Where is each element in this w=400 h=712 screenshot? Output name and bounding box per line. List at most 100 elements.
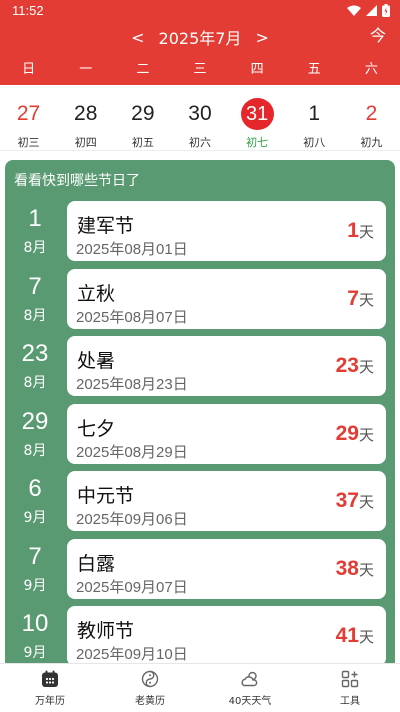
days-remaining-number: 23 <box>335 354 359 377</box>
wifi-icon <box>347 5 361 16</box>
festival-name: 白露 <box>77 552 116 575</box>
prev-month-button[interactable]: < <box>131 28 144 47</box>
days-unit: 天 <box>358 223 374 241</box>
day-cell[interactable]: 29 初五 <box>114 85 171 150</box>
days-remaining: 38天 <box>336 557 374 581</box>
day-cell[interactable]: 1 初八 <box>286 85 343 150</box>
festival-full-date: 2025年08月07日 <box>76 308 188 326</box>
status-bar: 11:52 <box>0 0 400 22</box>
days-remaining: 23天 <box>336 354 374 378</box>
festival-month: 9月 <box>23 510 47 526</box>
festival-card[interactable]: 教师节 2025年09月10日 41天 <box>67 606 386 666</box>
weekday-label: 四 <box>250 62 264 77</box>
festival-item[interactable]: 29 8月 七夕 2025年08月29日 29天 <box>5 403 395 472</box>
days-remaining: 1天 <box>347 219 374 243</box>
lunar-date: 初四 <box>74 136 97 149</box>
month-title[interactable]: 2025年7月 <box>159 25 242 49</box>
festival-item[interactable]: 6 9月 中元节 2025年09月06日 37天 <box>5 471 395 539</box>
tab-calendar[interactable]: 万年历 <box>0 664 100 712</box>
days-remaining: 29天 <box>336 422 374 446</box>
days-unit: 天 <box>358 358 374 376</box>
festival-card[interactable]: 立秋 2025年08月07日 7天 <box>67 268 386 329</box>
tab-almanac[interactable]: 老黄历 <box>100 664 200 712</box>
days-unit: 天 <box>358 628 374 646</box>
days-remaining-number: 1 <box>347 219 359 242</box>
days-remaining-number: 29 <box>335 421 359 445</box>
weekday-label: 六 <box>364 62 378 77</box>
festival-month: 8月 <box>23 307 47 324</box>
days-remaining: 37天 <box>336 489 374 513</box>
day-cell[interactable]: 28 初四 <box>57 85 114 150</box>
tab-label: 工具 <box>340 695 360 707</box>
festival-name: 建军节 <box>77 215 135 237</box>
days-remaining: 7天 <box>347 287 374 311</box>
tab-weather[interactable]: 40天天气 <box>200 664 300 712</box>
festival-name: 教师节 <box>77 620 135 642</box>
festival-date-badge: 7 8月 <box>5 269 65 329</box>
days-remaining-number: 41 <box>335 624 359 647</box>
festival-day: 1 <box>28 205 42 232</box>
festival-month: 9月 <box>23 577 47 594</box>
bottom-tab-bar: 万年历 老黄历 40天天气 工具 <box>0 663 400 712</box>
festival-item[interactable]: 7 8月 立秋 2025年08月07日 7天 <box>5 268 395 337</box>
calendar-icon <box>42 670 58 687</box>
days-unit: 天 <box>358 560 374 579</box>
lunar-date: 初六 <box>188 136 211 149</box>
day-cell[interactable]: 2 初九 <box>343 85 400 150</box>
battery-icon <box>382 4 390 17</box>
festival-panel: 看看快到哪些节日了 1 8月 建军节 2025年08月01日 1天 7 8月 立… <box>5 160 395 670</box>
festival-name: 七夕 <box>77 417 116 440</box>
festival-item[interactable]: 23 8月 处暑 2025年08月23日 23天 <box>5 336 395 404</box>
weather-icon <box>241 671 258 686</box>
festival-month: 8月 <box>23 442 47 459</box>
next-month-button[interactable]: > <box>255 28 268 47</box>
festival-day: 6 <box>28 475 42 502</box>
festival-card[interactable]: 白露 2025年09月07日 38天 <box>67 538 386 599</box>
festival-full-date: 2025年08月29日 <box>76 443 188 461</box>
tab-tools[interactable]: 工具 <box>300 664 400 712</box>
festival-item[interactable]: 7 9月 白露 2025年09月07日 38天 <box>5 538 395 607</box>
festival-date-badge: 10 9月 <box>5 606 65 666</box>
festival-full-date: 2025年08月01日 <box>76 241 188 258</box>
tab-label: 40天天气 <box>228 695 272 707</box>
festival-month: 8月 <box>23 240 47 256</box>
festival-item[interactable]: 10 9月 教师节 2025年09月10日 41天 <box>5 606 395 670</box>
festival-date-badge: 29 8月 <box>5 404 65 464</box>
festival-item[interactable]: 1 8月 建军节 2025年08月01日 1天 <box>5 201 395 269</box>
week-row: 27 初三 28 初四 29 初五 30 初六 31 初七 1 初八 2 初九 <box>0 85 400 151</box>
weekday-label: 三 <box>193 62 207 77</box>
festival-card[interactable]: 七夕 2025年08月29日 29天 <box>67 403 386 464</box>
day-cell-today[interactable]: 31 初七 <box>229 85 286 150</box>
header-bar: 11:52 < 2025年7月 > 今 日 一 二 三 四 五 六 <box>0 0 400 85</box>
festival-name: 处暑 <box>77 350 116 372</box>
festival-day: 10 <box>21 610 49 637</box>
day-number: 28 <box>74 102 98 125</box>
days-unit: 天 <box>358 493 374 511</box>
days-remaining-number: 7 <box>347 286 359 310</box>
festival-full-date: 2025年09月06日 <box>76 511 188 528</box>
lunar-date: 初五 <box>131 136 154 149</box>
lunar-date: 初三 <box>17 136 40 149</box>
festival-card[interactable]: 处暑 2025年08月23日 23天 <box>67 336 386 396</box>
tools-grid-icon <box>341 670 359 687</box>
day-cell[interactable]: 30 初六 <box>171 85 228 150</box>
day-number: 2 <box>365 102 378 125</box>
festival-card[interactable]: 建军节 2025年08月01日 1天 <box>67 201 386 261</box>
day-cell[interactable]: 27 初三 <box>0 85 57 150</box>
days-remaining: 41天 <box>336 624 374 648</box>
days-remaining-number: 38 <box>335 556 359 580</box>
festival-day: 7 <box>28 272 42 300</box>
festival-panel-title: 看看快到哪些节日了 <box>14 173 140 189</box>
signal-icon <box>366 5 377 16</box>
today-button[interactable]: 今 <box>370 22 386 46</box>
festival-day: 29 <box>21 407 49 435</box>
festival-name: 立秋 <box>77 282 116 305</box>
weekday-header: 日 一 二 三 四 五 六 <box>0 58 400 78</box>
day-number: 1 <box>308 102 321 125</box>
festival-card[interactable]: 中元节 2025年09月06日 37天 <box>67 471 386 531</box>
festival-day: 7 <box>28 542 42 570</box>
days-remaining-number: 37 <box>335 489 359 512</box>
festival-day: 23 <box>21 340 49 367</box>
lunar-date: 初八 <box>303 136 326 149</box>
status-time: 11:52 <box>12 3 44 18</box>
